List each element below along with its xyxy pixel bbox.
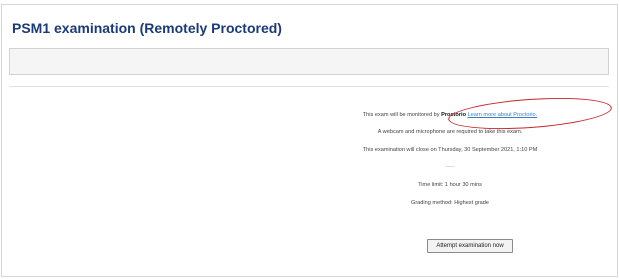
page-title: PSM1 examination (Remotely Proctored) (12, 20, 282, 36)
proctor-brand: Proctorio (441, 112, 466, 118)
close-date-note: This examination will close on Thursday,… (362, 147, 538, 153)
webcam-requirement: A webcam and microphone are required to … (377, 129, 523, 135)
time-limit: Time limit: 1 hour 30 mins (418, 182, 482, 188)
page-frame (1, 4, 618, 277)
grading-method: Grading method: Highest grade (410, 200, 490, 206)
proctor-notice-prefix: This exam will be monitored by (362, 112, 440, 118)
notification-banner (9, 48, 609, 75)
separator-text: ----- (445, 164, 455, 170)
attempt-examination-button[interactable]: Attempt examination now (427, 239, 513, 253)
learn-more-proctorio-link[interactable]: Learn more about Proctorio. (468, 112, 538, 118)
divider (9, 86, 609, 87)
proctor-notice: This exam will be monitored by Proctorio… (300, 112, 600, 118)
